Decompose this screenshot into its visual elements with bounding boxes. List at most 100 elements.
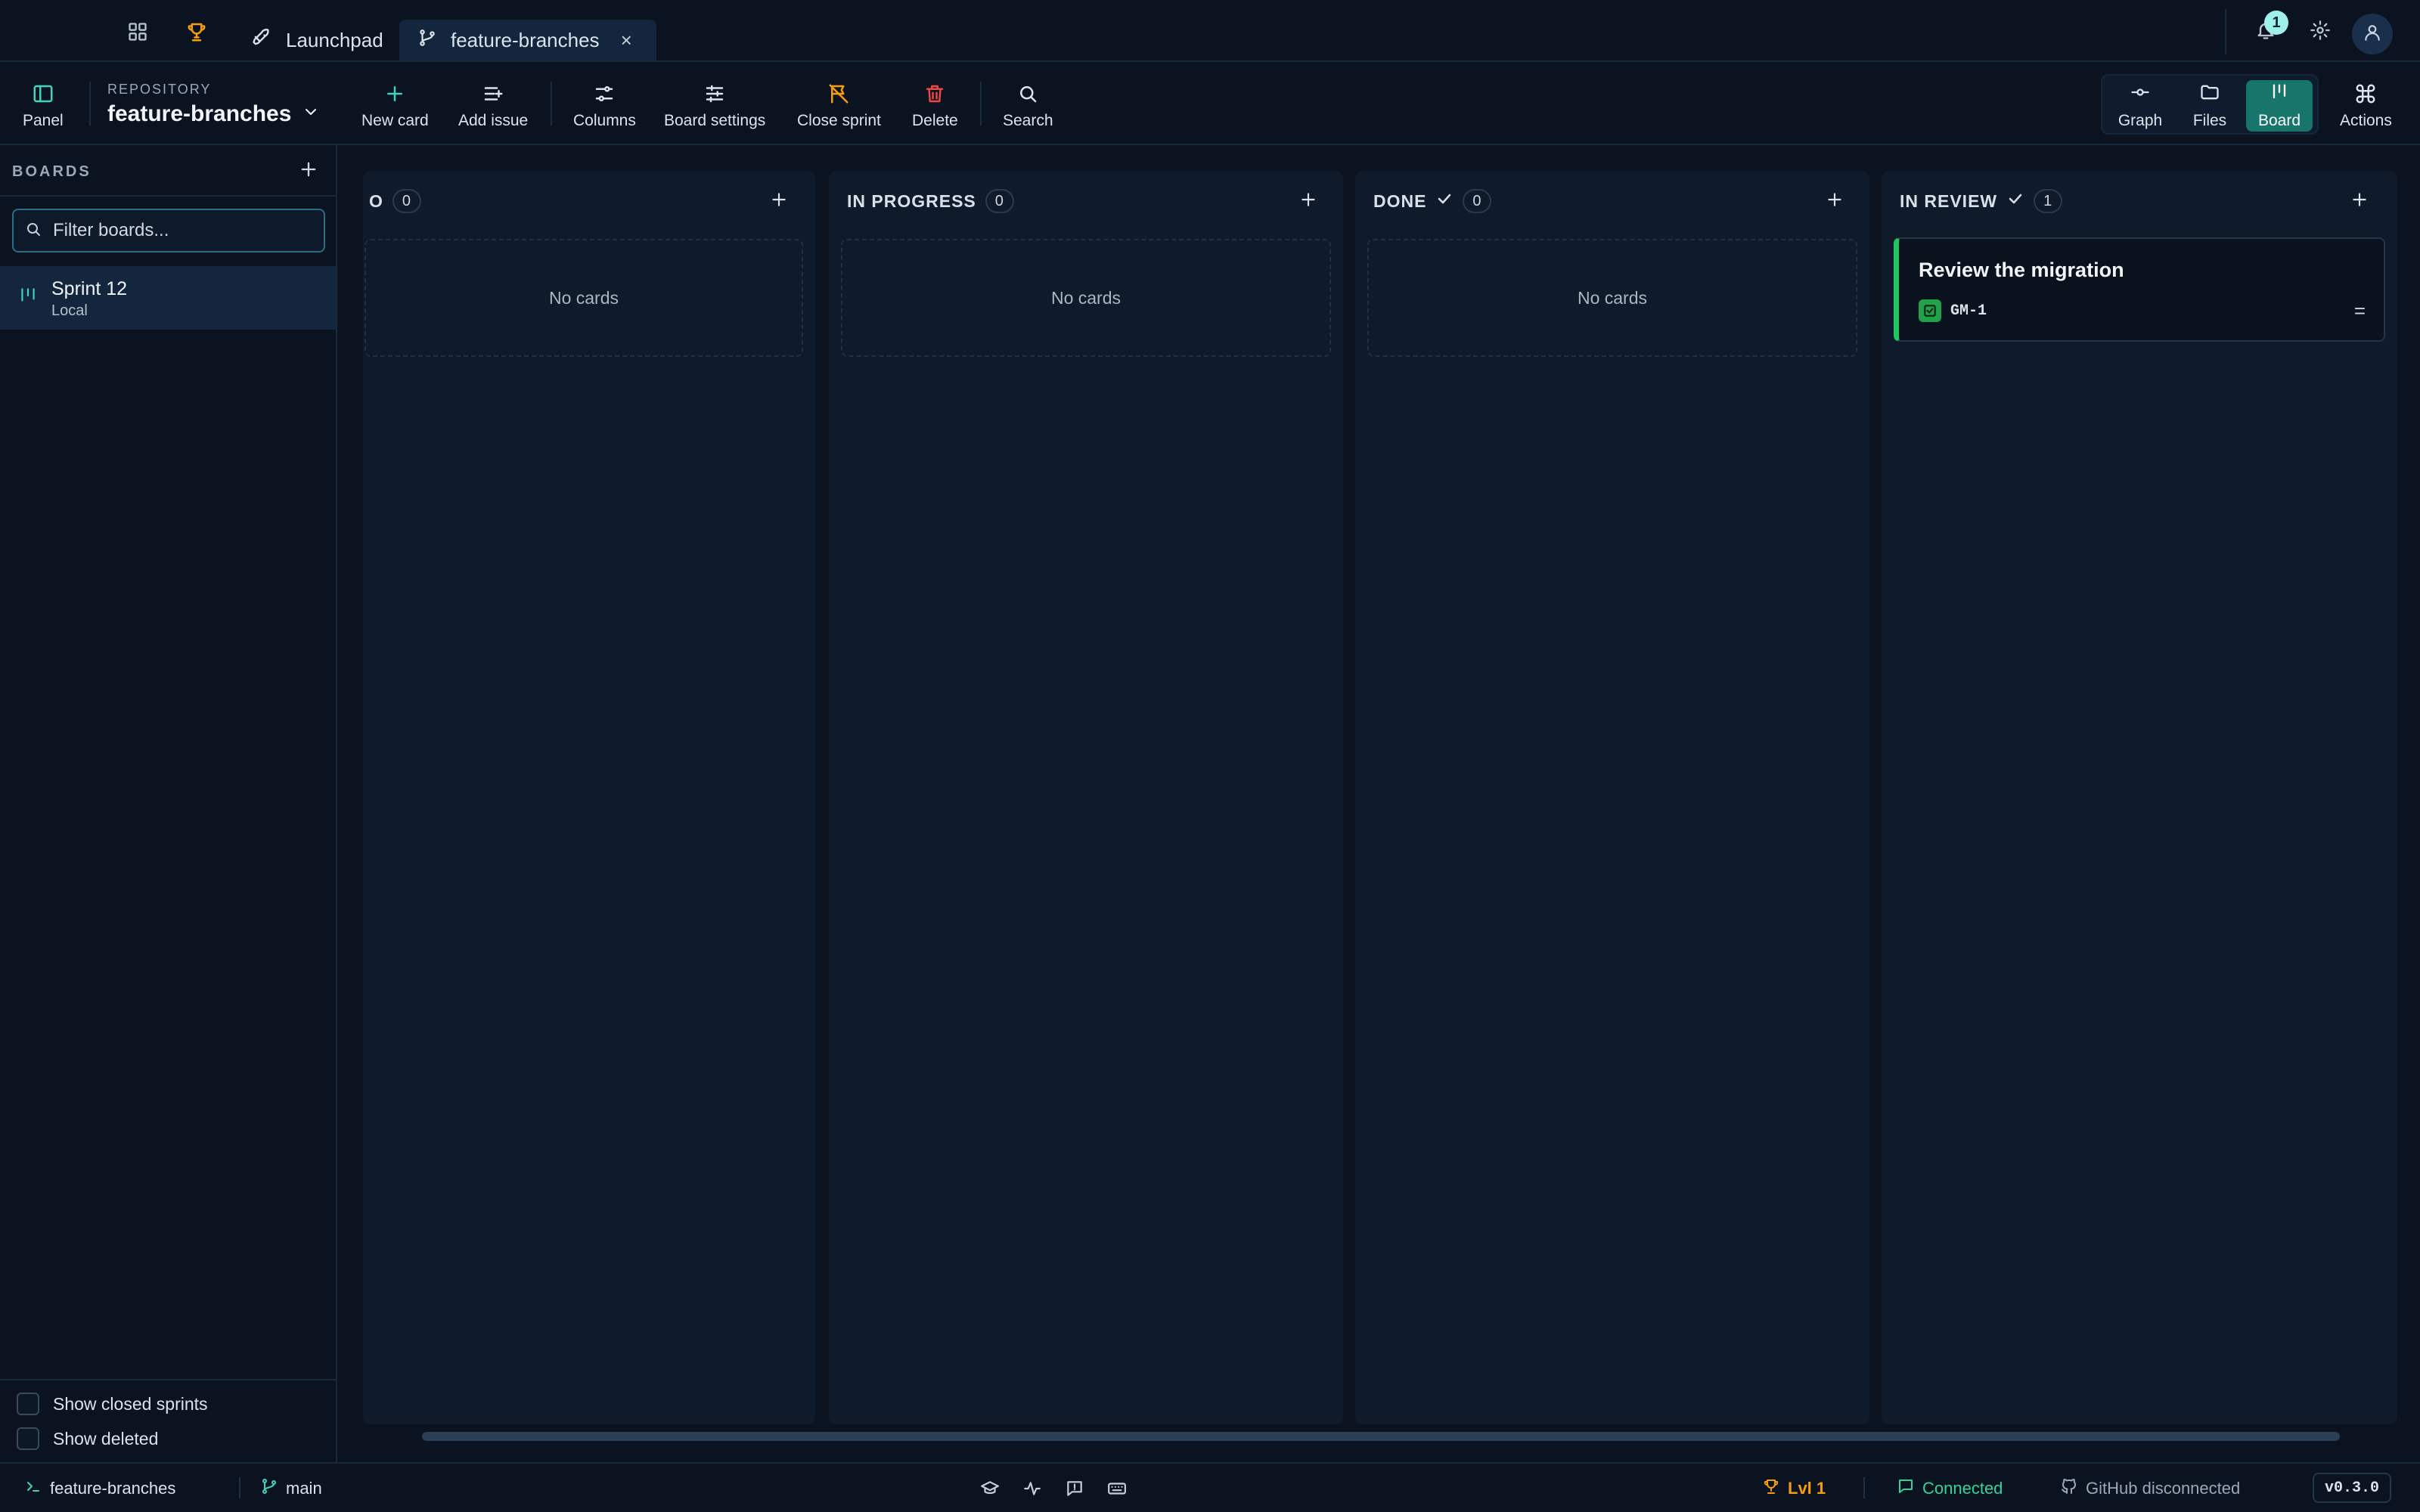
add-card-button[interactable] [765, 187, 793, 215]
view-graph[interactable]: Graph [2107, 80, 2173, 132]
column-header: IN PROGRESS 0 [847, 186, 1014, 216]
status-repo[interactable]: feature-branches [24, 1477, 175, 1500]
status-branch[interactable]: main [260, 1477, 322, 1500]
tab-launchpad[interactable]: Launchpad [233, 20, 402, 60]
trophy-icon[interactable] [182, 17, 212, 47]
board-settings-button[interactable]: Board settings [664, 80, 765, 130]
board-source: Local [51, 302, 88, 319]
settings-button[interactable] [2305, 17, 2335, 47]
add-issue-button[interactable]: Add issue [458, 80, 528, 130]
chevron-down-icon [302, 101, 320, 127]
panel-button[interactable]: Panel [23, 80, 64, 130]
tab-feature-branches[interactable]: feature-branches × [399, 20, 656, 60]
search-icon [24, 220, 42, 242]
column-count: 0 [392, 189, 421, 213]
delete-button[interactable]: Delete [912, 80, 958, 130]
column-title: IN PROGRESS [847, 191, 976, 211]
flag-off-icon [825, 80, 852, 107]
git-branch-icon [260, 1477, 278, 1500]
plus-icon [298, 159, 319, 184]
actions-button[interactable]: Actions [2340, 80, 2392, 130]
delete-label: Delete [912, 112, 958, 129]
view-files[interactable]: Files [2176, 80, 2243, 132]
command-icon [2352, 80, 2379, 107]
gear-icon [2310, 20, 2331, 45]
column-count: 0 [985, 189, 1014, 213]
new-card-button[interactable]: New card [361, 80, 429, 130]
filter-boards-input[interactable] [53, 220, 310, 241]
title-bar: Launchpad feature-branches × 1 [0, 0, 2420, 62]
board-column: IN PROGRESS 0 No cards [829, 171, 1343, 1424]
filter-boards-field[interactable] [12, 209, 325, 253]
board-list-item[interactable]: Sprint 12 Local [0, 266, 336, 330]
feedback-icon[interactable] [1062, 1476, 1087, 1501]
new-card-label: New card [361, 112, 429, 129]
divider [239, 1477, 240, 1498]
view-graph-label: Graph [2118, 112, 2163, 129]
view-board[interactable]: Board [2246, 80, 2313, 132]
status-github-label: GitHub disconnected [2086, 1479, 2241, 1498]
divider [1863, 1477, 1865, 1498]
board-settings-label: Board settings [664, 112, 766, 129]
checkbox[interactable] [17, 1393, 39, 1415]
kanban-icon [2269, 82, 2290, 107]
repository-selector[interactable]: feature-branches [107, 101, 320, 127]
panel-icon [29, 80, 57, 107]
check-icon [1435, 190, 1454, 212]
status-connection-label: Connected [1922, 1479, 2003, 1498]
activity-icon[interactable] [1019, 1476, 1045, 1501]
plus-icon [1825, 190, 1844, 213]
column-header: DONE 0 [1373, 186, 1492, 216]
column-header: O 0 [369, 186, 421, 216]
search-button[interactable]: Search [1003, 80, 1053, 130]
priority-icon: = [2353, 299, 2366, 322]
toolbar: Panel REPOSITORY feature-branches New ca… [0, 62, 2420, 145]
status-bar: feature-branches main Lvl 1 Connected Gi [0, 1462, 2420, 1512]
empty-column-placeholder: No cards [841, 239, 1331, 357]
show-deleted-toggle[interactable]: Show deleted [17, 1427, 158, 1450]
column-count: 1 [2034, 189, 2063, 213]
repository-caption: REPOSITORY [107, 82, 212, 97]
sliders-icon [701, 80, 728, 107]
add-card-button[interactable] [1295, 187, 1322, 215]
panel-label: Panel [23, 112, 64, 129]
columns-button[interactable]: Columns [573, 80, 636, 130]
checkbox[interactable] [17, 1427, 39, 1450]
close-sprint-label: Close sprint [797, 112, 881, 129]
show-closed-sprints-label: Show closed sprints [53, 1393, 208, 1414]
board-column: DONE 0 No cards [1355, 171, 1869, 1424]
close-sprint-button[interactable]: Close sprint [797, 80, 881, 130]
close-tab-icon[interactable]: × [621, 29, 632, 52]
status-connection[interactable]: Connected [1897, 1477, 2003, 1500]
kanban-icon [18, 286, 38, 309]
status-github[interactable]: GitHub disconnected [2060, 1477, 2240, 1500]
github-icon [2060, 1477, 2078, 1500]
search-label: Search [1003, 112, 1053, 129]
actions-label: Actions [2340, 112, 2392, 129]
status-level[interactable]: Lvl 1 [1762, 1477, 1826, 1500]
keyboard-icon[interactable] [1104, 1476, 1130, 1501]
add-card-button[interactable] [2346, 187, 2373, 215]
grid-apps-icon[interactable] [123, 17, 153, 47]
kanban-board: O 0 No cards IN PROGRESS 0 No cards DONE [339, 145, 2420, 1462]
notifications-button[interactable]: 1 [2251, 11, 2288, 47]
avatar[interactable] [2352, 14, 2393, 54]
folder-icon [2199, 82, 2220, 107]
board-column: IN REVIEW 1 Review the migration GM-1 = [1882, 171, 2397, 1424]
add-issue-icon [479, 80, 507, 107]
show-closed-sprints-toggle[interactable]: Show closed sprints [17, 1393, 208, 1415]
add-board-button[interactable] [293, 156, 324, 186]
empty-column-placeholder: No cards [1367, 239, 1857, 357]
horizontal-scrollbar[interactable] [422, 1432, 2340, 1441]
divider [2225, 9, 2226, 54]
user-icon [2363, 23, 2382, 46]
column-title: IN REVIEW [1900, 191, 1998, 211]
add-card-button[interactable] [1821, 187, 1848, 215]
chat-icon [1897, 1477, 1915, 1500]
learn-icon[interactable] [977, 1476, 1003, 1501]
view-files-label: Files [2192, 112, 2227, 129]
status-repo-name: feature-branches [50, 1479, 176, 1498]
board-card[interactable]: Review the migration GM-1 = [1894, 237, 2385, 342]
board-column: O 0 No cards [363, 171, 815, 1424]
plus-icon [2350, 190, 2369, 213]
